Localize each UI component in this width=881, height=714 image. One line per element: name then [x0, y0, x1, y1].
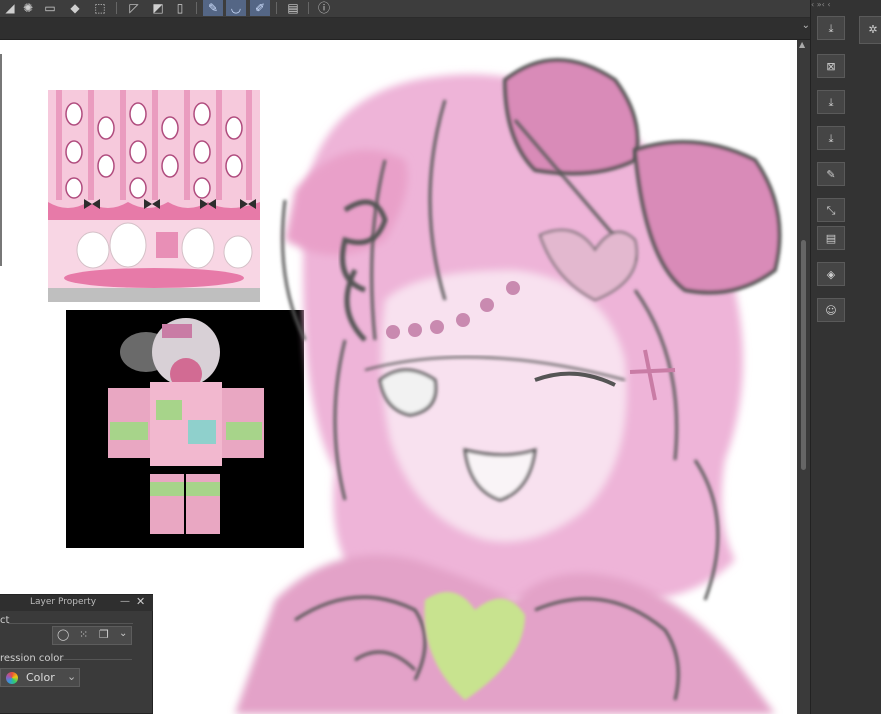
layer-commands-panel: ‹ »‹ ‹ ⤓ ⊠ ⤓ ⤓ ✎ ⤡ ▤ ◈ ☺ ✲ [810, 0, 881, 714]
curve-icon[interactable]: ◡ [226, 0, 246, 16]
divider [62, 659, 132, 660]
chevron-down-icon[interactable]: ⌄ [802, 20, 810, 31]
border-effect-icon[interactable]: ◯ [57, 628, 69, 641]
edit-icon[interactable]: ✐ [250, 0, 270, 16]
device-icon[interactable]: ▤ [283, 0, 303, 16]
ruler-icon[interactable]: ◸ [124, 0, 144, 16]
divider [8, 623, 133, 624]
layer-3d-icon[interactable]: ◈ [817, 262, 845, 286]
import-layer-icon[interactable]: ⤓ [817, 16, 845, 40]
transform-layer-icon[interactable]: ⤡ [817, 198, 845, 222]
canvas-vertical-scrollbar[interactable]: ▲ [797, 40, 810, 714]
toolbar-separator [276, 2, 277, 14]
toolbar-separator [116, 2, 117, 14]
canvas-edge-mark [0, 54, 2, 266]
expression-color-select[interactable]: Color ⌄ [0, 668, 80, 687]
folder-icon[interactable]: ▤ [817, 226, 845, 250]
material-icon[interactable]: ✲ [859, 16, 881, 44]
scroll-up-icon[interactable]: ▲ [799, 40, 805, 49]
transform-icon[interactable]: ⬚ [90, 0, 110, 16]
frame-icon[interactable]: ▯ [170, 0, 190, 16]
snap-icon[interactable]: ◢ [0, 0, 20, 16]
chevron-down-icon: ⌄ [67, 670, 77, 683]
figure-icon[interactable]: ☺ [817, 298, 845, 322]
pen-pressure-icon[interactable]: ✎ [203, 0, 223, 16]
help-icon[interactable]: ⓘ [314, 0, 334, 16]
color-wheel-icon [6, 672, 18, 684]
command-bar: ⌄ [0, 18, 810, 40]
panel-title: Layer Property [30, 597, 97, 607]
select-icon[interactable]: ▭ [40, 0, 60, 16]
fill-icon[interactable]: ◆ [65, 0, 85, 16]
tone-effect-icon[interactable]: ⁙ [79, 628, 88, 641]
expression-color-label: ression color [0, 653, 64, 664]
expression-color-value: Color [26, 671, 55, 684]
effect-label: ct [0, 615, 10, 626]
download-alt-icon[interactable]: ⤓ [817, 126, 845, 150]
download-icon[interactable]: ⤓ [817, 90, 845, 114]
layer-property-panel: Layer Property — ✕ ct ression color [0, 594, 153, 714]
main-sketch-artwork[interactable] [215, 40, 797, 714]
edit-layer-icon[interactable]: ✎ [817, 162, 845, 186]
merge-icon[interactable]: ⊠ [817, 54, 845, 78]
layer-color-icon[interactable]: ❐ [99, 628, 109, 641]
gradient-icon[interactable]: ◩ [148, 0, 168, 16]
effect-buttons: ◯ ⁙ ❐ ⌄ [52, 626, 132, 645]
top-toolbar: ◢ ✺ ▭ ◆ ⬚ ◸ ◩ ▯ ✎ ◡ ✐ ▤ ⓘ [0, 0, 810, 18]
panel-collapse-arrows[interactable]: ‹ »‹ ‹ [811, 0, 881, 10]
panel-title-bar: Layer Property — ✕ [0, 595, 153, 611]
toolbar-separator [308, 2, 309, 14]
scrollbar-thumb[interactable] [801, 240, 806, 470]
toolbar-separator [196, 2, 197, 14]
dotted-circle-icon[interactable]: ✺ [18, 0, 38, 16]
close-icon[interactable]: ✕ [136, 595, 145, 608]
minimize-icon[interactable]: — [120, 596, 130, 607]
chevron-down-icon[interactable]: ⌄ [119, 628, 127, 639]
